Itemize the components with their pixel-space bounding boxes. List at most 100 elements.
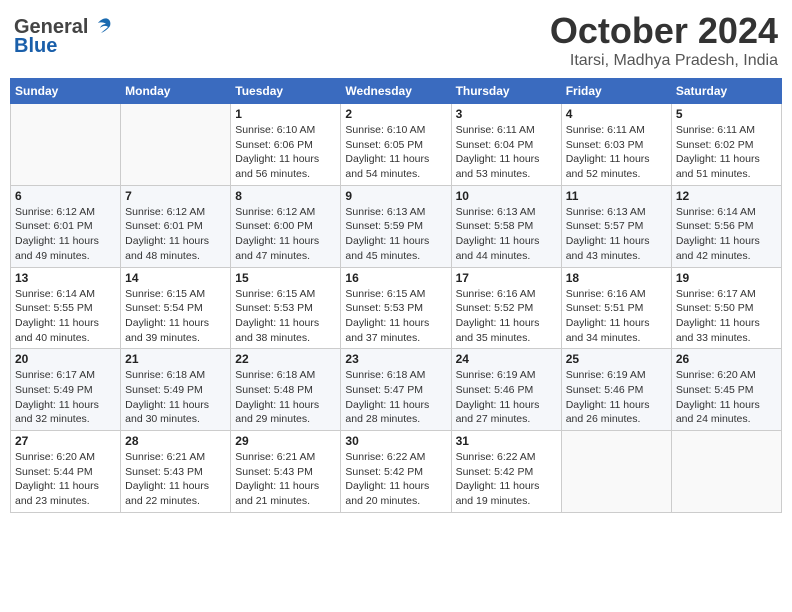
day-number: 11: [566, 189, 667, 203]
sunset-text: Sunset: 5:49 PM: [125, 383, 226, 398]
day-info: Sunrise: 6:14 AMSunset: 5:55 PMDaylight:…: [15, 287, 116, 346]
title-area: October 2024 Itarsi, Madhya Pradesh, Ind…: [550, 10, 778, 70]
daylight-text: Daylight: 11 hours and 33 minutes.: [676, 316, 777, 345]
sunrise-text: Sunrise: 6:17 AM: [676, 287, 777, 302]
sunset-text: Sunset: 5:43 PM: [125, 465, 226, 480]
calendar-cell: 2 Sunrise: 6:10 AMSunset: 6:05 PMDaylight…: [341, 104, 451, 186]
sunrise-text: Sunrise: 6:11 AM: [456, 123, 557, 138]
sunrise-text: Sunrise: 6:21 AM: [125, 450, 226, 465]
calendar-cell: 4Sunrise: 6:11 AMSunset: 6:03 PMDaylight…: [561, 104, 671, 186]
location-title: Itarsi, Madhya Pradesh, India: [550, 52, 778, 70]
sunrise-text: Sunrise: 6:10 AM: [235, 123, 336, 138]
calendar-cell: 17Sunrise: 6:16 AMSunset: 5:52 PMDayligh…: [451, 267, 561, 349]
calendar-cell: 14 Sunrise: 6:15 AMSunset: 5:54 PMDayligh…: [121, 267, 231, 349]
sunset-text: Sunset: 6:02 PM: [676, 138, 777, 153]
calendar-cell: 23Sunrise: 6:18 AMSunset: 5:47 PMDayligh…: [341, 349, 451, 431]
daylight-text: Daylight: 11 hours and 21 minutes.: [235, 479, 336, 508]
sunset-text: Sunset: 5:49 PM: [15, 383, 116, 398]
sunset-text: Sunset: 6:04 PM: [456, 138, 557, 153]
sunset-text: Sunset: 5:54 PM: [125, 301, 226, 316]
sunrise-text: Sunrise: 6:12 AM: [15, 205, 116, 220]
day-number: 5: [676, 107, 777, 121]
daylight-text: Daylight: 11 hours and 27 minutes.: [456, 398, 557, 427]
day-number: 8: [235, 189, 336, 203]
sunrise-text: Sunrise: 6:22 AM: [456, 450, 557, 465]
sunrise-text: Sunrise: 6:18 AM: [125, 368, 226, 383]
daylight-text: Daylight: 11 hours and 35 minutes.: [456, 316, 557, 345]
sunset-text: Sunset: 5:50 PM: [676, 301, 777, 316]
sunrise-text: Sunrise: 6:21 AM: [235, 450, 336, 465]
day-number: 17: [456, 271, 557, 285]
day-info: Sunrise: 6:19 AMSunset: 5:46 PMDaylight:…: [456, 368, 557, 427]
calendar-cell: 29 Sunrise: 6:21 AMSunset: 5:43 PMDayligh…: [231, 431, 341, 513]
daylight-text: Daylight: 11 hours and 51 minutes.: [676, 152, 777, 181]
day-number: 19: [676, 271, 777, 285]
sunrise-text: Sunrise: 6:20 AM: [15, 450, 116, 465]
daylight-text: Daylight: 11 hours and 39 minutes.: [125, 316, 226, 345]
day-info: Sunrise: 6:11 AMSunset: 6:03 PMDaylight:…: [566, 123, 667, 182]
daylight-text: Daylight: 11 hours and 34 minutes.: [566, 316, 667, 345]
day-info: Sunrise: 6:10 AMSunset: 6:05 PMDaylight:…: [345, 123, 446, 182]
day-info: Sunrise: 6:13 AMSunset: 5:58 PMDaylight:…: [456, 205, 557, 264]
daylight-text: Daylight: 11 hours and 32 minutes.: [15, 398, 116, 427]
daylight-text: Daylight: 11 hours and 22 minutes.: [125, 479, 226, 508]
calendar-cell: 20Sunrise: 6:17 AMSunset: 5:49 PMDayligh…: [11, 349, 121, 431]
sunset-text: Sunset: 5:52 PM: [456, 301, 557, 316]
day-info: Sunrise: 6:16 AMSunset: 5:51 PMDaylight:…: [566, 287, 667, 346]
calendar-cell: 5 Sunrise: 6:11 AMSunset: 6:02 PMDaylight…: [671, 104, 781, 186]
calendar-table: SundayMondayTuesdayWednesdayThursdayFrid…: [10, 78, 782, 513]
day-number: 14: [125, 271, 226, 285]
day-info: Sunrise: 6:17 AMSunset: 5:50 PMDaylight:…: [676, 287, 777, 346]
daylight-text: Daylight: 11 hours and 52 minutes.: [566, 152, 667, 181]
calendar-week-3: 13 Sunrise: 6:14 AMSunset: 5:55 PMDayligh…: [11, 267, 782, 349]
daylight-text: Daylight: 11 hours and 44 minutes.: [456, 234, 557, 263]
day-number: 21: [125, 352, 226, 366]
day-info: Sunrise: 6:11 AMSunset: 6:02 PMDaylight:…: [676, 123, 777, 182]
sunrise-text: Sunrise: 6:19 AM: [566, 368, 667, 383]
day-info: Sunrise: 6:17 AMSunset: 5:49 PMDaylight:…: [15, 368, 116, 427]
day-info: Sunrise: 6:11 AMSunset: 6:04 PMDaylight:…: [456, 123, 557, 182]
sunset-text: Sunset: 5:46 PM: [456, 383, 557, 398]
day-number: 18: [566, 271, 667, 285]
sunrise-text: Sunrise: 6:18 AM: [235, 368, 336, 383]
calendar-cell: 19 Sunrise: 6:17 AMSunset: 5:50 PMDayligh…: [671, 267, 781, 349]
day-info: Sunrise: 6:22 AMSunset: 5:42 PMDaylight:…: [456, 450, 557, 509]
sunset-text: Sunset: 5:47 PM: [345, 383, 446, 398]
daylight-text: Daylight: 11 hours and 45 minutes.: [345, 234, 446, 263]
calendar-week-4: 20Sunrise: 6:17 AMSunset: 5:49 PMDayligh…: [11, 349, 782, 431]
daylight-text: Daylight: 11 hours and 30 minutes.: [125, 398, 226, 427]
day-number: 25: [566, 352, 667, 366]
calendar-week-2: 6Sunrise: 6:12 AMSunset: 6:01 PMDaylight…: [11, 185, 782, 267]
sunset-text: Sunset: 5:55 PM: [15, 301, 116, 316]
day-info: Sunrise: 6:13 AMSunset: 5:59 PMDaylight:…: [345, 205, 446, 264]
day-info: Sunrise: 6:15 AMSunset: 5:54 PMDaylight:…: [125, 287, 226, 346]
daylight-text: Daylight: 11 hours and 19 minutes.: [456, 479, 557, 508]
day-number: 2: [345, 107, 446, 121]
daylight-text: Daylight: 11 hours and 53 minutes.: [456, 152, 557, 181]
weekday-header-saturday: Saturday: [671, 79, 781, 104]
daylight-text: Daylight: 11 hours and 24 minutes.: [676, 398, 777, 427]
sunrise-text: Sunrise: 6:17 AM: [15, 368, 116, 383]
day-info: Sunrise: 6:12 AMSunset: 6:01 PMDaylight:…: [15, 205, 116, 264]
day-number: 9: [345, 189, 446, 203]
sunset-text: Sunset: 5:44 PM: [15, 465, 116, 480]
day-number: 13: [15, 271, 116, 285]
day-info: Sunrise: 6:10 AMSunset: 6:06 PMDaylight:…: [235, 123, 336, 182]
sunset-text: Sunset: 5:58 PM: [456, 219, 557, 234]
calendar-cell: 22Sunrise: 6:18 AMSunset: 5:48 PMDayligh…: [231, 349, 341, 431]
sunset-text: Sunset: 5:51 PM: [566, 301, 667, 316]
sunset-text: Sunset: 5:46 PM: [566, 383, 667, 398]
daylight-text: Daylight: 11 hours and 47 minutes.: [235, 234, 336, 263]
day-number: 22: [235, 352, 336, 366]
day-info: Sunrise: 6:12 AMSunset: 6:01 PMDaylight:…: [125, 205, 226, 264]
day-info: Sunrise: 6:21 AMSunset: 5:43 PMDaylight:…: [235, 450, 336, 509]
sunset-text: Sunset: 6:01 PM: [15, 219, 116, 234]
daylight-text: Daylight: 11 hours and 48 minutes.: [125, 234, 226, 263]
calendar-cell: 28Sunrise: 6:21 AMSunset: 5:43 PMDayligh…: [121, 431, 231, 513]
calendar-cell: 27Sunrise: 6:20 AMSunset: 5:44 PMDayligh…: [11, 431, 121, 513]
day-info: Sunrise: 6:21 AMSunset: 5:43 PMDaylight:…: [125, 450, 226, 509]
day-number: 7: [125, 189, 226, 203]
day-info: Sunrise: 6:14 AMSunset: 5:56 PMDaylight:…: [676, 205, 777, 264]
day-number: 29: [235, 434, 336, 448]
daylight-text: Daylight: 11 hours and 54 minutes.: [345, 152, 446, 181]
